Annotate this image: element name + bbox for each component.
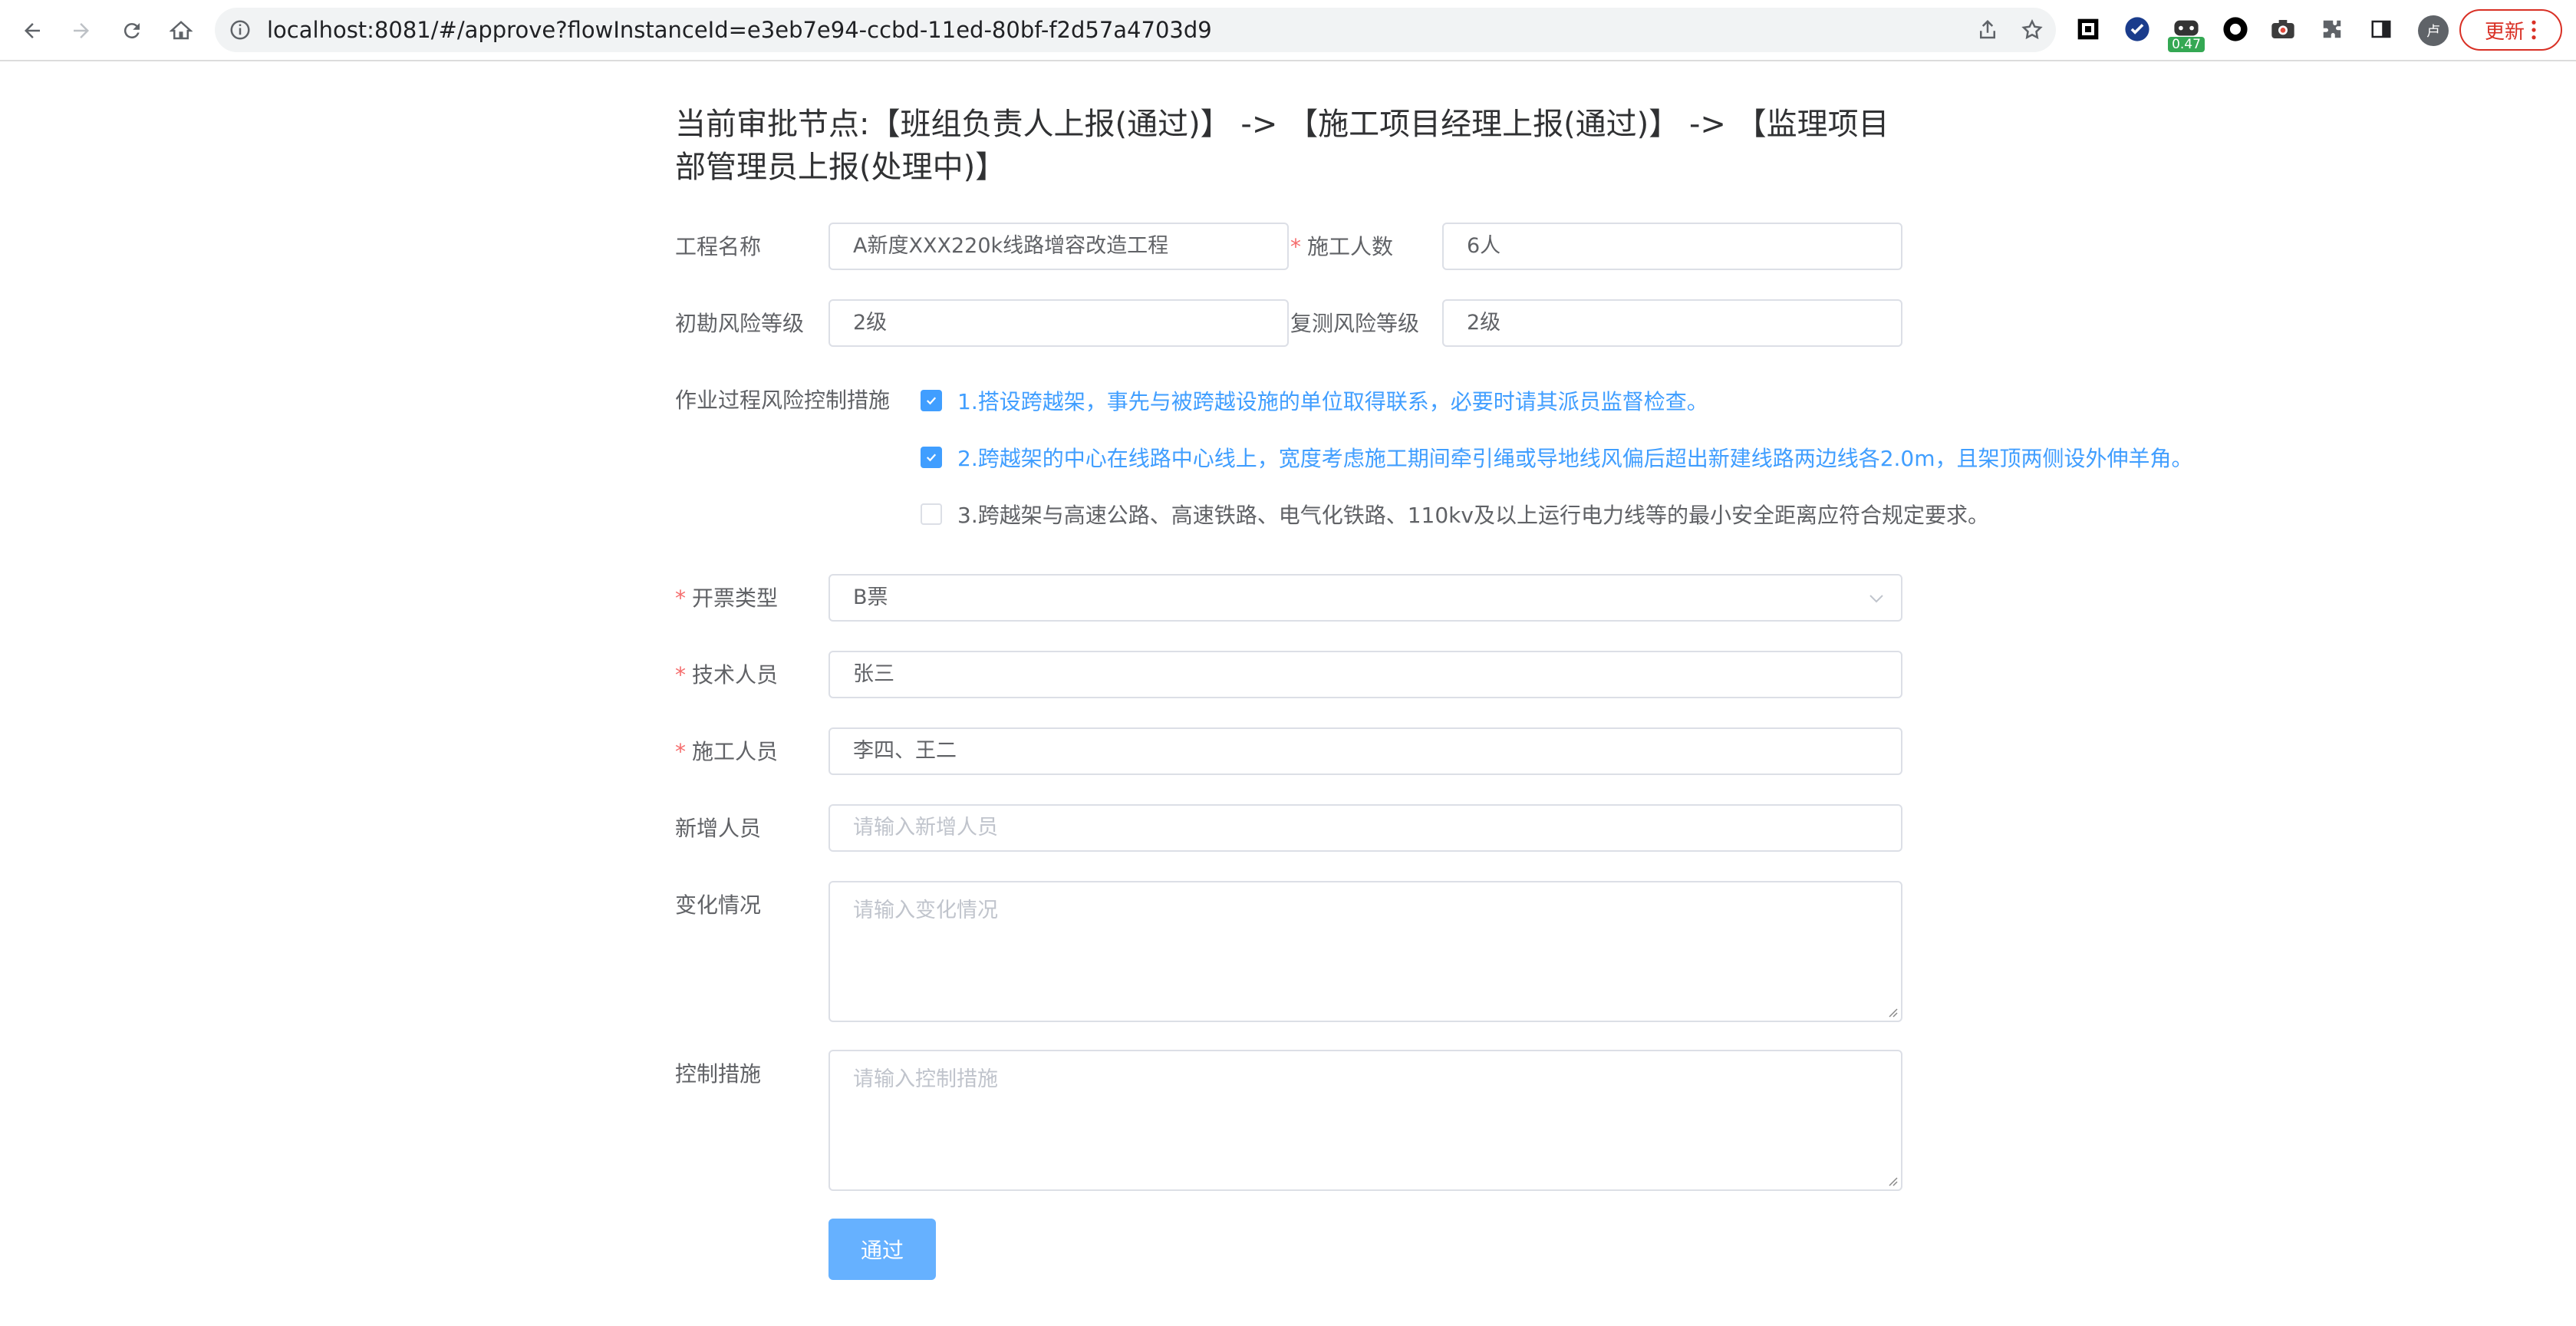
- address-bar[interactable]: localhost:8081/#/approve?flowInstanceId=…: [215, 8, 2056, 52]
- qr-extension-icon[interactable]: [2073, 14, 2103, 45]
- approve-button[interactable]: 通过: [828, 1219, 936, 1280]
- chevron-down-icon: [1869, 595, 1883, 603]
- initial-risk-label-text: 初勘风险等级: [675, 311, 805, 336]
- technician-label: * 技术人员: [675, 652, 778, 698]
- check-extension-icon[interactable]: [2122, 14, 2153, 45]
- extension-badge: 0.47: [2168, 37, 2205, 52]
- recheck-risk-value: 2级: [1467, 311, 1501, 335]
- approval-node-title: 当前审批节点:【班组负责人上报(通过)】 -> 【施工项目经理上报(通过)】 -…: [675, 107, 1889, 185]
- project-name-label-text: 工程名称: [675, 234, 762, 259]
- project-name-input[interactable]: A新度XXX220k线路增容改造工程: [828, 223, 1289, 270]
- new-staff-label-text: 新增人员: [675, 816, 762, 841]
- changes-label: 变化情况: [675, 882, 761, 929]
- new-staff-placeholder: 请输入新增人员: [853, 816, 998, 839]
- required-asterisk: *: [1290, 234, 1301, 259]
- recheck-risk-input[interactable]: 2级: [1442, 299, 1902, 347]
- workers-value: 李四、王二: [853, 739, 957, 763]
- changes-label-text: 变化情况: [675, 892, 762, 918]
- url-text: localhost:8081/#/approve?flowInstanceId=…: [267, 17, 1212, 43]
- profile-avatar[interactable]: 卢: [2418, 15, 2449, 46]
- ticket-type-label: * 开票类型: [675, 576, 778, 622]
- required-asterisk: *: [675, 662, 686, 688]
- ticket-type-select[interactable]: B票: [828, 574, 1902, 622]
- controls-label: 控制措施: [675, 1051, 761, 1097]
- workers-label: * 施工人员: [675, 729, 778, 775]
- risk-measure-text-1: 1.搭设跨越架，事先与被跨越设施的单位取得联系，必要时请其派员监督检查。: [957, 389, 1708, 414]
- risk-measure-option-3[interactable]: 3.跨越架与高速公路、高速铁路、电气化铁路、110kv及以上运行电力线等的最小安…: [921, 499, 1989, 529]
- resize-grip-icon[interactable]: [1886, 1174, 1898, 1186]
- workers-input[interactable]: 李四、王二: [828, 727, 1902, 775]
- project-name-value: A新度XXX220k线路增容改造工程: [853, 234, 1169, 258]
- reload-icon[interactable]: [115, 14, 149, 48]
- risk-measure-text-3: 3.跨越架与高速公路、高速铁路、电气化铁路、110kv及以上运行电力线等的最小安…: [957, 503, 1989, 528]
- changes-textarea[interactable]: 请输入变化情况: [828, 881, 1902, 1022]
- browser-update-button[interactable]: 更新: [2459, 9, 2562, 51]
- new-staff-input[interactable]: 请输入新增人员: [828, 804, 1902, 852]
- initial-risk-value: 2级: [853, 311, 888, 335]
- technician-input[interactable]: 张三: [828, 651, 1902, 698]
- recheck-risk-label-text: 复测风险等级: [1290, 311, 1420, 336]
- worker-count-label-text: 施工人数: [1307, 234, 1394, 259]
- camera-extension-icon[interactable]: [2268, 14, 2298, 45]
- workers-label-text: 施工人员: [692, 739, 779, 764]
- initial-risk-label: 初勘风险等级: [675, 301, 804, 347]
- project-name-label: 工程名称: [675, 224, 761, 270]
- required-asterisk: *: [675, 585, 686, 611]
- resize-grip-icon[interactable]: [1886, 1005, 1898, 1018]
- changes-placeholder: 请输入变化情况: [853, 899, 998, 922]
- worker-count-input[interactable]: 6人: [1442, 223, 1902, 270]
- technician-value: 张三: [853, 662, 894, 686]
- site-info-icon[interactable]: [229, 18, 252, 41]
- technician-label-text: 技术人员: [692, 662, 779, 688]
- worker-count-label: * 施工人数: [1290, 224, 1393, 270]
- recheck-risk-label: 复测风险等级: [1290, 301, 1419, 347]
- side-panel-icon[interactable]: [2366, 14, 2396, 45]
- risk-measures-label: 作业过程风险控制措施: [675, 378, 890, 424]
- risk-measure-option-1[interactable]: 1.搭设跨越架，事先与被跨越设施的单位取得联系，必要时请其派员监督检查。: [921, 385, 1708, 416]
- checkbox-checked-icon[interactable]: [921, 447, 942, 468]
- checkbox-unchecked-icon[interactable]: [921, 503, 942, 525]
- back-icon[interactable]: [15, 14, 49, 48]
- initial-risk-input[interactable]: 2级: [828, 299, 1289, 347]
- risk-measure-option-2[interactable]: 2.跨越架的中心在线路中心线上，宽度考虑施工期间牵引绳或导地线风偏后超出新建线路…: [921, 442, 2193, 473]
- new-staff-label: 新增人员: [675, 806, 761, 852]
- risk-measures-label-text: 作业过程风险控制措施: [675, 388, 891, 413]
- controls-textarea[interactable]: 请输入控制措施: [828, 1050, 1902, 1191]
- worker-count-value: 6人: [1467, 234, 1501, 258]
- required-asterisk: *: [675, 739, 686, 764]
- share-icon[interactable]: [1976, 18, 1999, 41]
- record-extension-icon[interactable]: [2220, 14, 2251, 45]
- controls-label-text: 控制措施: [675, 1061, 762, 1087]
- more-icon: [2532, 20, 2536, 40]
- controls-placeholder: 请输入控制措施: [853, 1067, 998, 1091]
- approve-button-label: 通过: [860, 1238, 904, 1263]
- browser-toolbar: localhost:8081/#/approve?flowInstanceId=…: [0, 0, 2576, 61]
- home-icon[interactable]: [164, 14, 198, 48]
- risk-measure-text-2: 2.跨越架的中心在线路中心线上，宽度考虑施工期间牵引绳或导地线风偏后超出新建线路…: [957, 446, 2193, 471]
- checkbox-checked-icon[interactable]: [921, 390, 942, 411]
- extensions-puzzle-icon[interactable]: [2317, 14, 2347, 45]
- ticket-type-value: B票: [853, 585, 888, 609]
- ticket-type-label-text: 开票类型: [692, 585, 779, 611]
- update-label: 更新: [2484, 20, 2525, 44]
- bookmark-star-icon[interactable]: [2021, 18, 2044, 41]
- forward-icon[interactable]: [64, 14, 98, 48]
